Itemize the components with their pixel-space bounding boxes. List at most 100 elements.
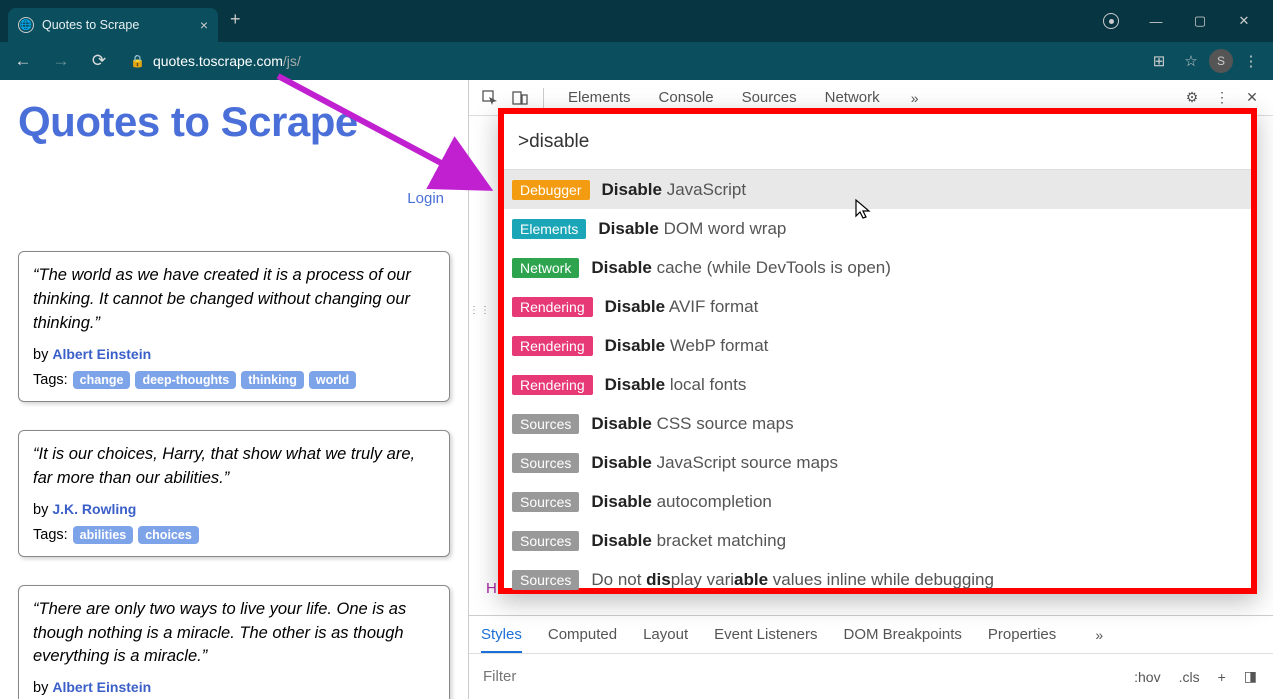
command-item[interactable]: Sources Disable JavaScript source maps	[504, 443, 1251, 482]
hov-toggle[interactable]: :hov	[1130, 667, 1164, 687]
settings-icon[interactable]: ⚙	[1179, 85, 1205, 111]
device-icon[interactable]	[507, 85, 533, 111]
command-label: Disable JavaScript source maps	[591, 453, 838, 473]
command-item[interactable]: Rendering Disable AVIF format	[504, 287, 1251, 326]
command-item[interactable]: SourcesDisable CSS source maps	[504, 404, 1251, 443]
more-tabs-icon[interactable]: »	[902, 85, 928, 111]
command-item[interactable]: Debugger Disable JavaScript	[504, 170, 1251, 209]
command-category: Sources	[512, 492, 579, 512]
quote-author[interactable]: Albert Einstein	[52, 679, 151, 695]
command-label: Disable autocompletion	[591, 492, 772, 512]
styles-tabs: Styles Computed Layout Event Listeners DOM B…	[469, 615, 1273, 653]
quote-box: “It is our choices, Harry, that show wha…	[18, 430, 450, 557]
new-tab-button[interactable]: +	[218, 9, 253, 30]
command-label: Disable local fonts	[605, 375, 747, 395]
styles-tab-dom-breakpoints[interactable]: DOM Breakpoints	[844, 626, 962, 643]
quote-byline: by Albert Einstein	[33, 679, 435, 696]
command-category: Elements	[512, 219, 586, 239]
quote-text: “It is our choices, Harry, that show wha…	[33, 443, 435, 491]
quote-box: “The world as we have created it is a pr…	[18, 251, 450, 402]
menu-icon[interactable]: ⋮	[1237, 47, 1265, 75]
tags-row: Tags:changedeep-thoughtsthinkingworld	[33, 371, 435, 389]
quote-author[interactable]: J.K. Rowling	[52, 501, 136, 517]
url-bar[interactable]: 🔒 quotes.toscrape.com/js/	[122, 46, 1137, 76]
tag[interactable]: choices	[138, 526, 199, 544]
tag[interactable]: thinking	[241, 371, 304, 389]
command-category: Sources	[512, 570, 579, 590]
back-button[interactable]: ←	[8, 46, 38, 76]
page-title: Quotes to Scrape	[18, 98, 450, 146]
command-item[interactable]: Sources Disable bracket matching	[504, 521, 1251, 560]
command-category: Rendering	[512, 336, 593, 356]
devtools-close-icon[interactable]: ✕	[1239, 85, 1265, 111]
command-item[interactable]: Elements Disable DOM word wrap	[504, 209, 1251, 248]
command-label: Disable DOM word wrap	[598, 219, 786, 239]
quote-text: “There are only two ways to live your li…	[33, 598, 435, 670]
command-label: Do not display variable values inline wh…	[591, 570, 994, 590]
browser-tab[interactable]: 🌐 Quotes to Scrape ×	[8, 8, 218, 42]
quote-author[interactable]: Albert Einstein	[52, 346, 151, 362]
filter-bar: :hov .cls + ◨	[469, 653, 1273, 699]
globe-icon: 🌐	[18, 17, 34, 33]
url-text: quotes.toscrape.com/js/	[153, 53, 301, 69]
inspect-icon[interactable]	[477, 85, 503, 111]
lock-icon: 🔒	[130, 54, 145, 68]
tab-title: Quotes to Scrape	[42, 18, 139, 32]
command-label: Disable bracket matching	[591, 531, 786, 551]
more-styles-icon[interactable]: »	[1086, 622, 1112, 648]
command-category: Rendering	[512, 297, 593, 317]
drag-handle-icon[interactable]: ⋮⋮	[469, 305, 491, 316]
close-button[interactable]: ✕	[1223, 6, 1265, 36]
quote-byline: by J.K. Rowling	[33, 501, 435, 518]
reload-button[interactable]: ⟳	[84, 46, 114, 76]
tag[interactable]: change	[73, 371, 131, 389]
page-content: Quotes to Scrape Login “The world as we …	[0, 80, 468, 699]
maximize-button[interactable]: ▢	[1179, 6, 1221, 36]
navbar-right: ⊞ ☆ S ⋮	[1145, 47, 1265, 75]
new-rule-icon[interactable]: +	[1214, 667, 1230, 687]
styles-tab-styles[interactable]: Styles	[481, 626, 522, 653]
tag[interactable]: world	[309, 371, 356, 389]
login-link[interactable]: Login	[18, 190, 450, 207]
translate-icon[interactable]: ⊞	[1145, 47, 1173, 75]
command-category: Sources	[512, 453, 579, 473]
styles-tab-layout[interactable]: Layout	[643, 626, 688, 643]
shield-icon[interactable]	[1103, 13, 1119, 29]
forward-button[interactable]: →	[46, 46, 76, 76]
command-label: Disable JavaScript	[602, 180, 747, 200]
command-label: Disable AVIF format	[605, 297, 759, 317]
titlebar: 🌐 Quotes to Scrape × + — ▢ ✕	[0, 0, 1273, 42]
window-controls: — ▢ ✕	[1103, 6, 1273, 36]
command-label: Disable CSS source maps	[591, 414, 793, 434]
quote-byline: by Albert Einstein	[33, 346, 435, 363]
tag[interactable]: abilities	[73, 526, 134, 544]
styles-tab-computed[interactable]: Computed	[548, 626, 617, 643]
styles-tab-properties[interactable]: Properties	[988, 626, 1056, 643]
command-category: Rendering	[512, 375, 593, 395]
command-item[interactable]: NetworkDisable cache (while DevTools is …	[504, 248, 1251, 287]
command-category: Sources	[512, 531, 579, 551]
quote-box: “There are only two ways to live your li…	[18, 585, 450, 699]
navbar: ← → ⟳ 🔒 quotes.toscrape.com/js/ ⊞ ☆ S ⋮	[0, 42, 1273, 80]
styles-tab-event-listeners[interactable]: Event Listeners	[714, 626, 817, 643]
kebab-icon[interactable]: ⋮	[1209, 85, 1235, 111]
command-item[interactable]: Sources Disable autocompletion	[504, 482, 1251, 521]
command-category: Debugger	[512, 180, 590, 200]
command-item[interactable]: Rendering Disable local fonts	[504, 365, 1251, 404]
command-item[interactable]: RenderingDisable WebP format	[504, 326, 1251, 365]
command-list: Debugger Disable JavaScript Elements Disabl…	[504, 170, 1251, 599]
command-input[interactable]	[504, 114, 1251, 170]
html-fragment: H	[486, 580, 497, 597]
tab-close-icon[interactable]: ×	[200, 17, 208, 33]
command-category: Network	[512, 258, 579, 278]
cls-toggle[interactable]: .cls	[1175, 667, 1204, 687]
tags-row: Tags:abilitieschoices	[33, 526, 435, 544]
profile-avatar[interactable]: S	[1209, 49, 1233, 73]
command-item[interactable]: Sources Do not display variable values in…	[504, 560, 1251, 599]
minimize-button[interactable]: —	[1135, 6, 1177, 36]
filter-tools: :hov .cls + ◨	[1118, 666, 1273, 687]
filter-input[interactable]	[469, 654, 1118, 699]
bookmark-icon[interactable]: ☆	[1177, 47, 1205, 75]
sidebar-toggle-icon[interactable]: ◨	[1240, 666, 1261, 687]
tag[interactable]: deep-thoughts	[135, 371, 236, 389]
